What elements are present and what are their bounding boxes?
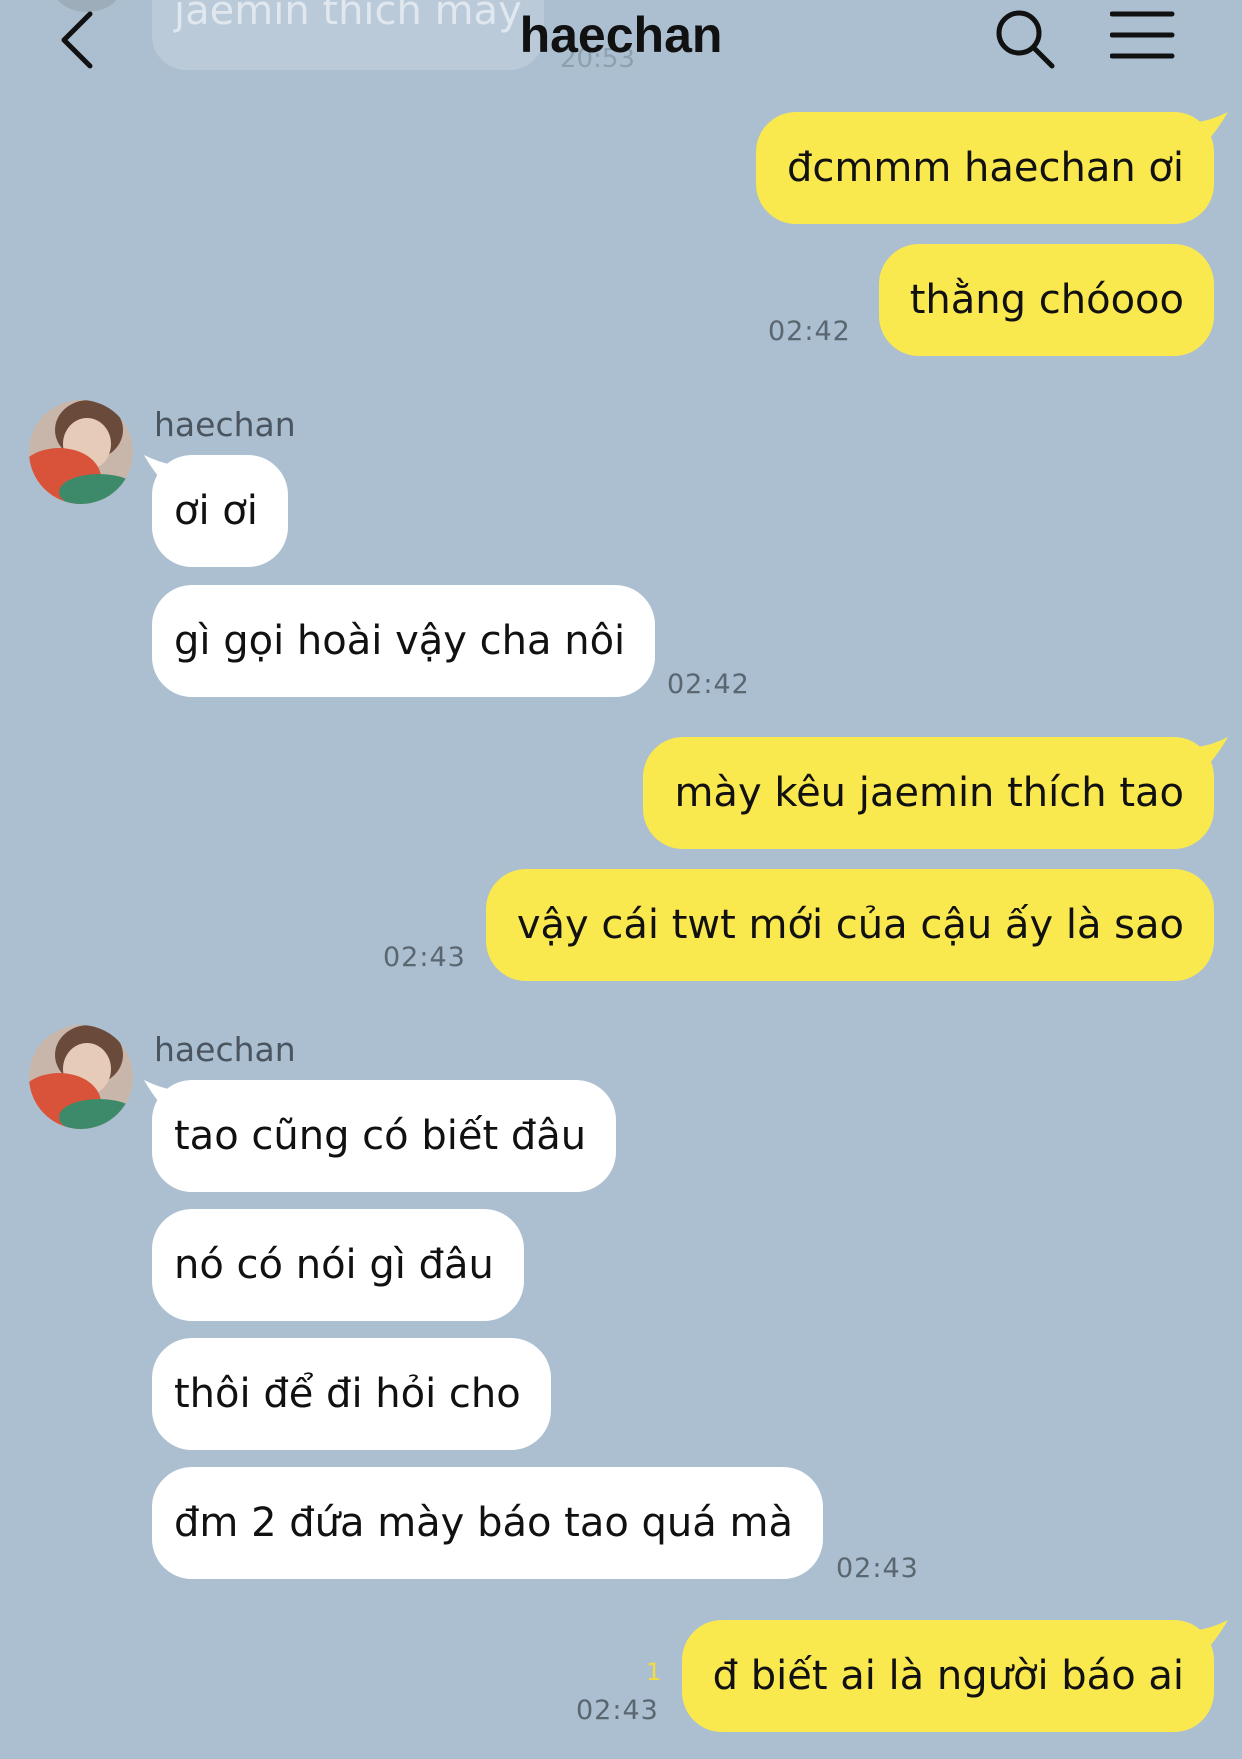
- sender-name: haechan: [154, 1030, 296, 1069]
- message-timestamp: 02:43: [576, 1695, 659, 1726]
- menu-button[interactable]: [1109, 8, 1176, 64]
- their-message-bubble[interactable]: đm 2 đứa mày báo tao quá mà: [152, 1467, 823, 1579]
- my-message-bubble[interactable]: đcmmm haechan ơi: [756, 112, 1214, 224]
- their-message-bubble[interactable]: tao cũng có biết đâu: [152, 1080, 617, 1192]
- message-timestamp: 02:42: [768, 316, 851, 347]
- my-message-bubble[interactable]: đ biết ai là người báo ai: [681, 1620, 1214, 1732]
- my-message-bubble[interactable]: thằng chóooo: [878, 244, 1214, 356]
- my-message-bubble[interactable]: vậy cái twt mới của cậu ấy là sao: [485, 869, 1214, 981]
- their-message-bubble[interactable]: ơi ơi: [152, 455, 288, 567]
- avatar-photo: [29, 1025, 133, 1129]
- their-message-bubble[interactable]: gì gọi hoài vậy cha nôi: [152, 585, 656, 697]
- their-message-bubble[interactable]: thôi để đi hỏi cho: [152, 1338, 551, 1450]
- message-timestamp: 02:43: [383, 942, 466, 973]
- hamburger-menu-icon: [1109, 11, 1175, 59]
- contact-avatar[interactable]: [29, 1025, 133, 1129]
- message-timestamp: 02:43: [836, 1553, 919, 1584]
- unread-count: 1: [646, 1658, 662, 1686]
- message-timestamp: 02:42: [667, 669, 750, 700]
- their-message-bubble[interactable]: nó có nói gì đâu: [152, 1209, 524, 1321]
- avatar-photo: [29, 400, 133, 504]
- sender-name: haechan: [154, 405, 296, 444]
- contact-avatar[interactable]: [29, 400, 133, 504]
- search-icon: [996, 10, 1055, 69]
- my-message-bubble[interactable]: mày kêu jaemin thích tao: [643, 737, 1214, 849]
- chat-header: haechan: [0, 0, 1242, 78]
- search-button[interactable]: [992, 6, 1058, 72]
